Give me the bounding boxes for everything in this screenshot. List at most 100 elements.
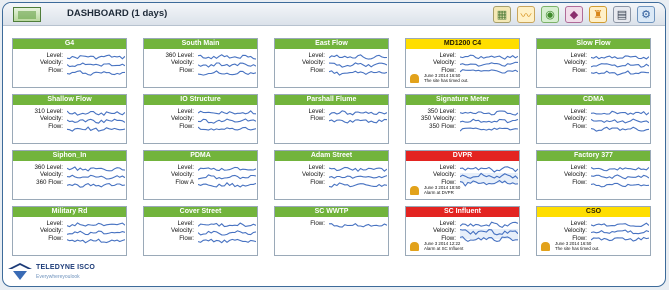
site-card[interactable]: Parshall Flume Level: Flow: [274,94,389,144]
site-card[interactable]: Shallow Flow 310 Level: Velocity: Flow: [12,94,127,144]
sparkline-trace [67,62,125,68]
sparkline-trace [591,62,649,68]
measurement-labels: Level: Velocity: Flow: [170,220,194,242]
graph-icon[interactable]: 〰 [517,6,535,23]
trend-sparkline [329,54,387,76]
site-card-title[interactable]: IO Structure [144,95,257,105]
site-card[interactable]: CSO Level: Velocity: Flow: June 3 2014 16:… [536,206,651,256]
alarm-text: June 3 2014 12:22 Alarm at SC Influent [424,241,463,252]
site-card-title[interactable]: Cover Street [144,207,257,217]
site-card-title[interactable]: Signature Meter [406,95,519,105]
site-card[interactable]: Cover Street Level: Velocity: Flow: [143,206,258,256]
bell-icon [410,186,419,195]
teledyne-logo-icon [8,263,32,280]
measurement-labels: Level: Velocity: Flow: [39,52,63,74]
site-card[interactable]: SC WWTP Flow: [274,206,389,256]
site-card-title[interactable]: SC Influent [406,207,519,217]
sparkline-trace [67,182,125,188]
dashboard-icon[interactable]: ▦ [493,6,511,23]
site-card-title[interactable]: SC WWTP [275,207,388,217]
sparkline-trace [591,182,649,188]
alarm-icon[interactable]: ◆ [565,6,583,23]
site-card[interactable]: Adam Street Level: Velocity: Flow: [274,150,389,200]
measurement-labels: 350 Level: 350 Velocity: 350 Flow: [420,108,456,130]
site-card[interactable]: PDMA Level: Velocity: Flow A [143,150,258,200]
sparkline-trace [198,70,256,76]
measurement-labels: Level: Velocity: Flow: [563,164,587,186]
site-card[interactable]: Military Rd Level: Velocity: Flow: [12,206,127,256]
alarm-message: June 3 2014 12:22 Alarm at SC Influent [410,241,520,255]
measurement-labels: Level: Velocity: Flow: [301,164,325,186]
alarm-message-text: Alarm at DVPR [424,190,454,196]
site-card-title[interactable]: Adam Street [275,151,388,161]
sparkline-trace [67,238,125,244]
toolbar: ▦ 〰 ◉ ◆ ♜ ▤ ⚙ [493,6,655,23]
trend-sparkline [198,110,256,131]
sparkline-trace [67,110,125,116]
site-card[interactable]: CDMA Level: Velocity: Flow: [536,94,651,144]
site-card-title[interactable]: Military Rd [13,207,126,217]
site-card[interactable]: DVPR Level: Velocity: Flow: June 3 2014 18… [405,150,520,200]
measurement-labels: Level: Flow: [308,108,325,123]
site-card-title[interactable]: South Main [144,39,257,49]
footer: TELEDYNE ISCO Everywhereyoulook [7,261,157,285]
site-card-title[interactable]: MD1200 C4 [406,39,519,49]
site-card[interactable]: Factory 377 Level: Velocity: Flow: [536,150,651,200]
sparkline-trace [591,110,649,116]
measurement-labels: Level: Velocity: Flow: [563,52,587,74]
measurement-labels: 360 Level: Velocity: 360 Flow: [34,164,63,186]
measurement-labels: 360 Level: Velocity: Flow: [165,52,194,74]
alarm-message: June 3 2014 16:50 The site has timed out. [410,73,520,87]
site-card-title[interactable]: East Flow [275,39,388,49]
site-card-title[interactable]: CDMA [537,95,650,105]
sparkline-trace [329,223,387,228]
site-card[interactable]: Slow Flow Level: Velocity: Flow: [536,38,651,88]
trend-sparkline [198,166,256,188]
alarm-message-text: Alarm at SC Influent [424,246,464,252]
sparkline-trace [198,181,256,188]
site-card-title[interactable]: Slow Flow [537,39,650,49]
sparkline-trace [329,166,387,172]
site-card[interactable]: IO Structure Level: Velocity: Flow: [143,94,258,144]
site-card-title[interactable]: CSO [537,207,650,217]
site-card[interactable]: East Flow Level: Velocity: Flow: [274,38,389,88]
sparkline-trace [67,222,125,228]
site-card-title[interactable]: DVPR [406,151,519,161]
measurement-labels: Level: Velocity: Flow: [39,220,63,242]
site-card-title[interactable]: Siphon_In [13,151,126,161]
trend-sparkline [198,54,256,76]
sparkline-trace [460,110,518,116]
site-card[interactable]: G4 Level: Velocity: Flow: [12,38,127,88]
site-card[interactable]: Siphon_In 360 Level: Velocity: 360 Flow: [12,150,127,200]
site-card-title[interactable]: Factory 377 [537,151,650,161]
site-card[interactable]: South Main 360 Level: Velocity: Flow: [143,38,258,88]
bell-icon[interactable]: ♜ [589,6,607,23]
site-card[interactable]: SC Influent Level: Velocity: Flow: June 3 … [405,206,520,256]
measurement-labels: Level: Velocity: Flow: [563,220,587,242]
alarm-text: June 3 2014 16:50 The site has timed out. [555,241,599,252]
settings-icon[interactable]: ⚙ [637,6,655,23]
site-card-title[interactable]: Parshall Flume [275,95,388,105]
sparkline-trace [329,70,387,76]
site-card-title[interactable]: Shallow Flow [13,95,126,105]
sparkline-trace [198,54,256,60]
site-card[interactable]: MD1200 C4 Level: Velocity: Flow: June 3 20… [405,38,520,88]
measurement-labels: Flow: [310,220,325,227]
sparkline-trace [198,110,256,115]
sparkline-trace [198,174,256,180]
sparkline-trace [591,229,649,235]
print-icon[interactable]: ▤ [613,6,631,23]
sparkline-trace [67,166,125,172]
sparkline-trace [329,54,387,60]
site-card[interactable]: Signature Meter 350 Level: 350 Velocity: … [405,94,520,144]
sites-icon[interactable]: ◉ [541,6,559,23]
alarm-text: June 3 2014 16:50 The site has timed out. [424,73,468,84]
measurement-labels: Level: Velocity: Flow: [432,52,456,74]
site-card-title[interactable]: G4 [13,39,126,49]
sparkline-trace [329,182,387,188]
trend-sparkline [591,55,649,76]
page-title: DASHBOARD (1 days) [67,8,168,19]
sparkline-trace [67,54,125,60]
sparkline-trace [329,175,387,179]
site-card-title[interactable]: PDMA [144,151,257,161]
